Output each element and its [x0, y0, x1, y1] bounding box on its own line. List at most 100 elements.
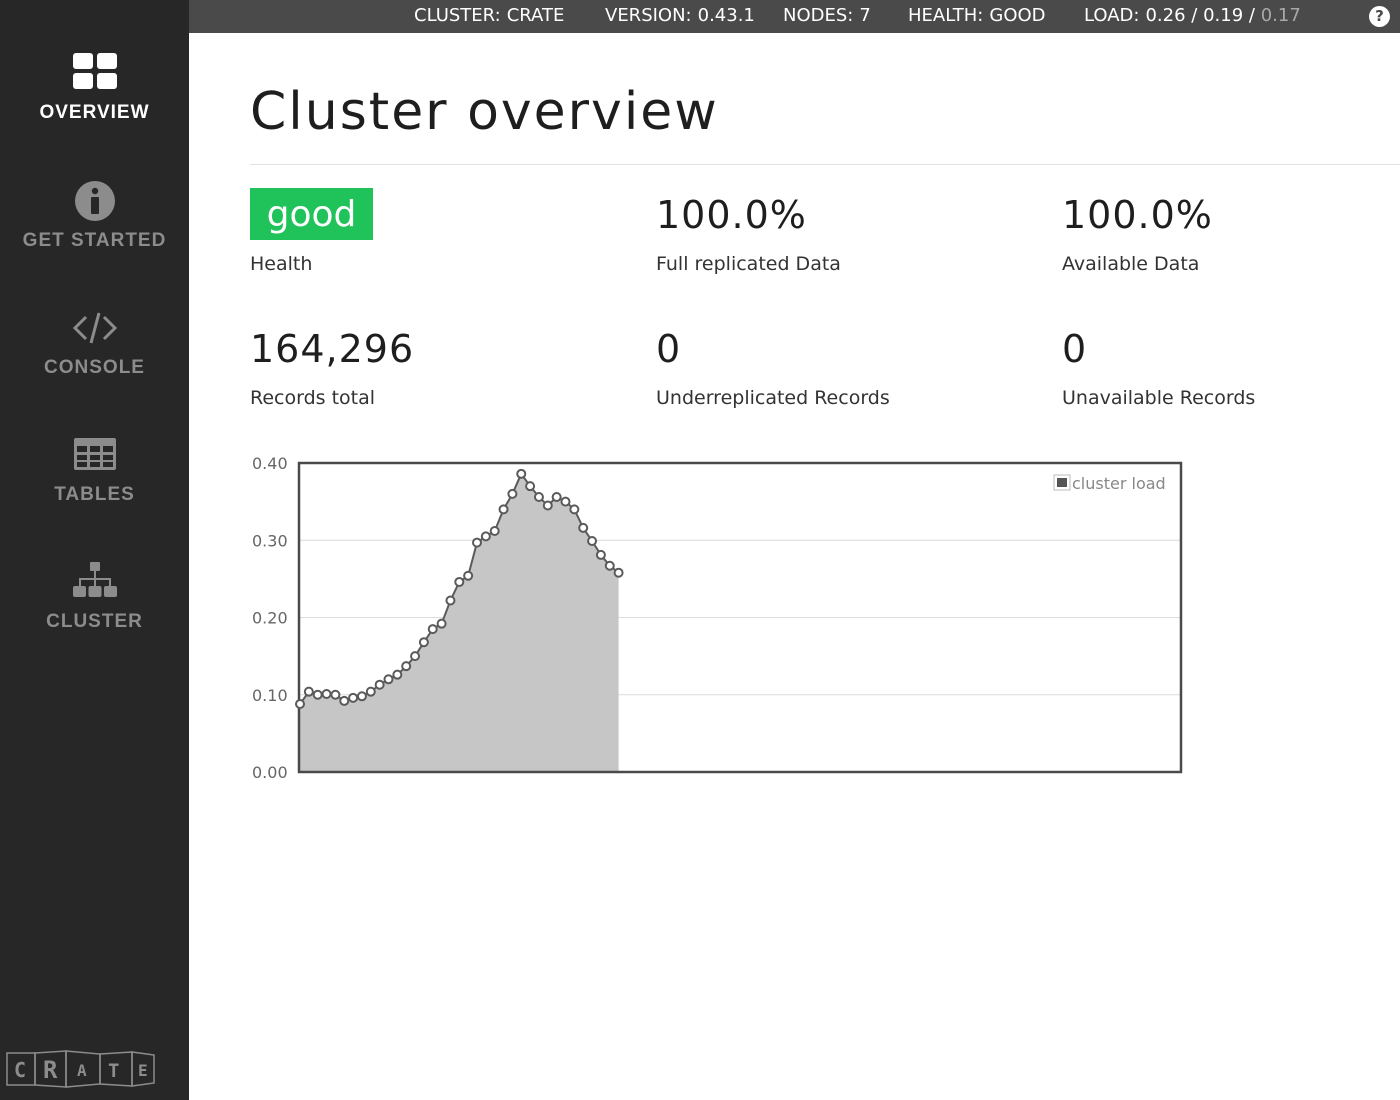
unavailable-value: 0 [1062, 327, 1088, 371]
svg-text:R: R [43, 1056, 58, 1084]
version-label: VERSION: [605, 5, 692, 26]
data-point [587, 536, 598, 547]
load-5min: 0.19 [1203, 5, 1244, 26]
top-status-bar: CLUSTER: CRATE VERSION: 0.43.1 NODES: 7 HEA… [189, 0, 1400, 33]
sidebar-item-label: OVERVIEW [39, 102, 150, 123]
full-replicated-value: 100.0% [656, 193, 807, 237]
full-replicated-label: Full replicated Data [656, 253, 841, 275]
data-point [445, 595, 456, 606]
load-separator: / [1191, 5, 1198, 26]
load-label: LOAD: [1084, 5, 1140, 26]
legend-label: cluster load [1072, 474, 1166, 493]
data-point [569, 504, 580, 515]
data-point [401, 661, 412, 672]
data-point [374, 679, 385, 690]
cluster-load-chart: 0.00 0.10 0.20 0.30 0.40 cluster load [252, 454, 1183, 782]
data-point [489, 525, 500, 536]
sidebar-item-tables[interactable]: TABLES [0, 430, 189, 540]
svg-text:T: T [108, 1060, 119, 1082]
data-point [542, 500, 553, 511]
sidebar-item-label: CONSOLE [44, 357, 145, 378]
load-status: LOAD: 0.26 / 0.19 / 0.17 [1084, 5, 1301, 26]
health-value: GOOD [989, 5, 1046, 26]
cluster-value: CRATE [506, 5, 565, 26]
y-tick-label: 0.10 [252, 686, 288, 705]
data-point [418, 637, 429, 648]
sidebar-item-label: GET STARTED [22, 230, 167, 251]
data-point [348, 692, 359, 703]
data-point [560, 496, 571, 507]
data-point [595, 549, 606, 560]
title-divider [250, 164, 1400, 165]
legend-swatch [1057, 478, 1067, 487]
cluster-label: CLUSTER: [414, 5, 501, 26]
y-tick-label: 0.30 [252, 531, 288, 550]
underreplicated-label: Underreplicated Records [656, 387, 890, 409]
load-separator: / [1248, 5, 1255, 26]
data-point [613, 567, 624, 578]
data-point [533, 491, 544, 502]
sidebar: OVERVIEW GET STARTED CONSOLE TABLES CLUS… [0, 0, 189, 1100]
nodes-value: 7 [859, 5, 871, 26]
health-badge: good [250, 188, 373, 240]
svg-text:E: E [138, 1061, 148, 1080]
unavailable-label: Unavailable Records [1062, 387, 1256, 409]
sidebar-item-get-started[interactable]: GET STARTED [0, 176, 189, 286]
data-point [604, 560, 615, 571]
y-tick-label: 0.00 [252, 763, 288, 782]
data-point [303, 686, 314, 697]
health-status: HEALTH: GOOD [908, 5, 1046, 26]
data-point [295, 699, 305, 710]
load-area [300, 473, 619, 772]
data-point [436, 618, 447, 629]
info-icon [74, 181, 115, 221]
data-point [312, 689, 323, 700]
data-point [480, 531, 491, 542]
crate-logo: C R A T E [6, 1050, 155, 1088]
data-point [427, 624, 438, 635]
health-label: Health [250, 253, 313, 275]
data-point [516, 468, 527, 479]
svg-text:C: C [14, 1058, 26, 1082]
sidebar-item-label: CLUSTER [46, 611, 143, 632]
data-point [383, 674, 394, 685]
data-point [578, 522, 589, 533]
data-point [365, 686, 376, 697]
nodes-status: NODES: 7 [783, 5, 871, 26]
records-total-value: 164,296 [250, 327, 415, 371]
y-tick-label: 0.20 [252, 609, 288, 628]
data-point [463, 570, 474, 581]
data-point [410, 651, 421, 662]
cluster-icon [72, 562, 117, 597]
data-point [392, 669, 403, 680]
page-title: Cluster overview [250, 82, 719, 142]
data-point [454, 576, 465, 587]
grid-icon [72, 53, 117, 89]
sidebar-item-cluster[interactable]: CLUSTER [0, 557, 189, 667]
data-point [472, 537, 482, 548]
help-icon[interactable]: ? [1369, 6, 1390, 27]
data-point [330, 689, 341, 700]
nodes-label: NODES: [783, 5, 854, 26]
sidebar-item-console[interactable]: CONSOLE [0, 303, 189, 413]
data-point [339, 695, 350, 706]
y-tick-label: 0.40 [252, 454, 288, 473]
data-point [356, 691, 367, 702]
version-status: VERSION: 0.43.1 [605, 5, 755, 26]
records-total-label: Records total [250, 387, 376, 409]
version-value: 0.43.1 [697, 5, 755, 26]
underreplicated-value: 0 [656, 327, 682, 371]
load-1min: 0.26 [1145, 5, 1186, 26]
data-point [498, 504, 509, 515]
data-point [507, 488, 518, 499]
data-point [321, 688, 332, 699]
health-label: HEALTH: [908, 5, 984, 26]
table-icon [73, 438, 116, 470]
load-15min: 0.17 [1260, 5, 1301, 26]
available-data-label: Available Data [1062, 253, 1200, 275]
data-point [551, 491, 562, 502]
sidebar-item-overview[interactable]: OVERVIEW [0, 50, 189, 160]
cluster-name-status: CLUSTER: CRATE [414, 5, 564, 26]
available-data-value: 100.0% [1062, 193, 1213, 237]
svg-text:A: A [77, 1061, 87, 1080]
